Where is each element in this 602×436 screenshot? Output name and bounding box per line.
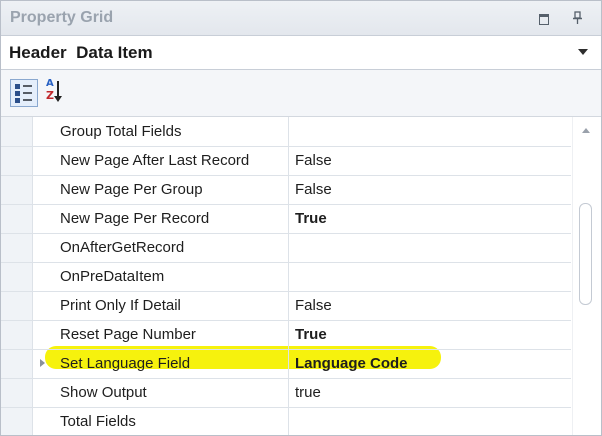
object-selector-dropdown[interactable]: Header Data Item xyxy=(1,36,601,70)
table-row[interactable]: OnPreDataItem xyxy=(1,262,571,292)
property-name: Show Output xyxy=(60,384,147,401)
property-value[interactable]: True xyxy=(295,210,327,227)
table-row[interactable]: OnAfterGetRecord xyxy=(1,233,571,263)
property-grid-panel: Property Grid Header Data Item A Z Group… xyxy=(0,0,602,436)
property-name: OnAfterGetRecord xyxy=(60,239,185,256)
property-value[interactable]: Language Code xyxy=(295,355,408,372)
categorized-icon[interactable] xyxy=(10,79,38,107)
property-toolbar: A Z xyxy=(1,70,601,117)
property-name: Group Total Fields xyxy=(60,123,182,140)
chevron-down-icon[interactable] xyxy=(578,49,588,55)
property-name: New Page Per Group xyxy=(60,181,203,198)
property-name: OnPreDataItem xyxy=(60,268,165,285)
table-row-selected[interactable]: Set Language Field Language Code xyxy=(1,349,571,379)
panel-title: Property Grid xyxy=(10,9,114,26)
expand-arrow-icon[interactable] xyxy=(40,359,45,367)
pin-icon[interactable] xyxy=(570,10,586,26)
table-row[interactable]: Print Only If Detail False xyxy=(1,291,571,321)
property-grid: Group Total Fields New Page After Last R… xyxy=(1,117,601,435)
property-value[interactable]: False xyxy=(295,297,332,314)
table-row[interactable]: Group Total Fields xyxy=(1,117,571,147)
scrollbar-thumb[interactable] xyxy=(579,203,592,305)
panel-title-bar: Property Grid xyxy=(1,1,601,36)
property-value[interactable]: True xyxy=(295,326,327,343)
alphabetical-sort-icon[interactable]: A Z xyxy=(44,78,70,105)
property-name: Print Only If Detail xyxy=(60,297,181,314)
property-name: New Page After Last Record xyxy=(60,152,250,169)
table-row[interactable]: New Page Per Record True xyxy=(1,204,571,234)
property-name: New Page Per Record xyxy=(60,210,210,227)
property-name: Set Language Field xyxy=(60,355,191,372)
table-row[interactable]: Total Fields xyxy=(1,407,571,435)
scroll-up-icon[interactable] xyxy=(582,128,590,133)
property-name: Reset Page Number xyxy=(60,326,196,343)
property-name: Total Fields xyxy=(60,413,136,430)
maximize-icon[interactable] xyxy=(536,10,552,26)
selected-object-label: Header Data Item xyxy=(9,43,153,62)
table-row[interactable]: Reset Page Number True xyxy=(1,320,571,350)
property-value[interactable]: true xyxy=(295,384,321,401)
vertical-scrollbar[interactable] xyxy=(572,117,601,435)
table-row[interactable]: New Page Per Group False xyxy=(1,175,571,205)
property-value[interactable]: False xyxy=(295,152,332,169)
table-row[interactable]: New Page After Last Record False xyxy=(1,146,571,176)
property-value[interactable]: False xyxy=(295,181,332,198)
table-row[interactable]: Show Output true xyxy=(1,378,571,408)
